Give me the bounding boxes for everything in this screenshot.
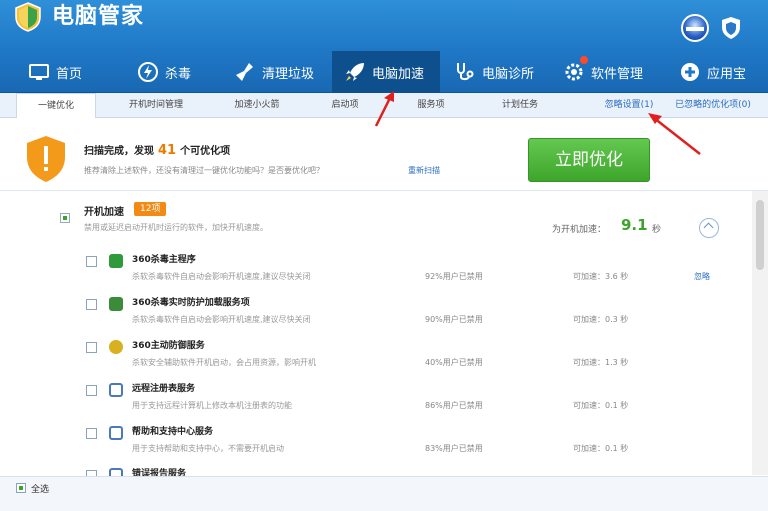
tab-rocket[interactable]: 加速小火箭: [212, 93, 302, 117]
group-count-badge: 12项: [134, 202, 167, 216]
gear-icon: [565, 63, 583, 81]
row-name: 360杀毒实时防护加载服务项: [132, 298, 250, 308]
ignore-link[interactable]: 忽略: [694, 271, 710, 282]
row-speed: 可加速：0.1 秒: [573, 401, 629, 410]
row-users: 92%用户已禁用: [425, 272, 483, 281]
tab-one-click[interactable]: 一键优化: [16, 93, 96, 118]
avatar[interactable]: [681, 14, 709, 42]
app-icon: [109, 297, 123, 311]
row-checkbox[interactable]: [86, 428, 97, 439]
lightning-icon: [138, 62, 158, 82]
row-name: 远程注册表服务: [132, 384, 196, 394]
service-icon: [109, 468, 123, 476]
row-speed: 可加速：0.1 秒: [573, 444, 629, 453]
rocket-icon: [346, 63, 364, 81]
row-speed: 可加速：1.3 秒: [573, 358, 629, 367]
list-item: 360主动防御服务 杀软安全辅助软件开机启动，会占用资源，影响开机 40%用户已…: [0, 336, 752, 378]
nav-item-antivirus[interactable]: 杀毒: [137, 51, 217, 93]
stethoscope-icon: [457, 63, 474, 81]
row-users: 40%用户已禁用: [425, 358, 483, 367]
group-expect-unit: 秒: [652, 225, 662, 235]
nav-item-speedup[interactable]: 电脑加速: [332, 51, 440, 93]
nav-label-software: 软件管理: [591, 66, 644, 82]
row-checkbox[interactable]: [86, 385, 97, 396]
warning-shield-icon: [27, 136, 65, 182]
row-description: 用于支持帮助和支持中心，不需要开机启动: [132, 444, 284, 453]
monitor-icon: [29, 64, 49, 80]
app-logo-icon: [15, 2, 41, 32]
footer-bar: [0, 476, 768, 511]
nav-item-appstore[interactable]: 应用宝: [679, 51, 759, 93]
annotation-arrow: [374, 91, 394, 127]
row-speed: 可加速：0.3 秒: [573, 315, 629, 324]
scrollbar-thumb[interactable]: [756, 200, 764, 270]
tab-startup[interactable]: 启动项: [310, 93, 380, 117]
scan-description: 推荐清除上述软件，还没有清理过一键优化功能吗？是否要优化吧？: [84, 166, 324, 175]
plus-circle-icon: [681, 63, 699, 81]
app-icon: [109, 340, 123, 354]
row-users: 90%用户已禁用: [425, 315, 483, 324]
scan-summary: 扫描完成，发现 41 个可优化项: [84, 142, 230, 158]
group-title: 开机加速: [84, 207, 124, 218]
nav-label-cleanup: 清理垃圾: [262, 66, 315, 82]
group-description: 禁用或延迟启动开机时运行的软件，加快开机速度。: [84, 223, 268, 232]
row-checkbox[interactable]: [86, 342, 97, 353]
scan-suffix: 个可优化项: [180, 146, 231, 157]
row-description: 杀软安全辅助软件开机启动，会占用资源，影响开机: [132, 358, 316, 367]
list-item: 帮助和支持中心服务 用于支持帮助和支持中心，不需要开机启动 83%用户已禁用 可…: [0, 422, 752, 464]
group-expect-label: 为开机加速：: [552, 225, 607, 235]
service-icon: [109, 426, 123, 440]
nav-label-speedup: 电脑加速: [372, 66, 425, 82]
app-title: 电脑管家: [52, 4, 145, 29]
notification-badge: [580, 56, 588, 64]
list-item: 错误报告服务: [0, 464, 752, 476]
service-icon: [109, 383, 123, 397]
list-item: 360杀毒主程序 杀软杀毒软件自启动会影响开机速度,建议尽快关闭 92%用户已禁…: [0, 250, 752, 292]
group-checkbox[interactable]: [60, 213, 70, 223]
row-checkbox[interactable]: [86, 256, 97, 267]
select-all-label: 全选: [31, 485, 50, 495]
row-speed: 可加速：3.6 秒: [573, 272, 629, 281]
nav-item-software[interactable]: 软件管理: [563, 51, 658, 93]
tab-boot-time[interactable]: 开机时间管理: [106, 93, 206, 117]
row-users: 86%用户已禁用: [425, 401, 483, 410]
nav-label-antivirus: 杀毒: [165, 66, 192, 82]
nav-item-cleanup[interactable]: 清理垃圾: [234, 51, 329, 93]
annotation-arrow: [648, 113, 701, 155]
nav-item-clinic[interactable]: 电脑诊所: [454, 51, 549, 93]
nav-item-home[interactable]: 首页: [28, 51, 108, 93]
row-description: 用于支持远程计算机上修改本机注册表的功能: [132, 401, 292, 410]
row-description: 杀软杀毒软件自启动会影响开机速度,建议尽快关闭: [132, 272, 311, 281]
row-name: 错误报告服务: [132, 469, 187, 476]
select-all-checkbox[interactable]: [16, 483, 26, 493]
optimize-now-button[interactable]: 立即优化: [528, 138, 650, 182]
scan-count: 41: [158, 143, 177, 158]
row-checkbox[interactable]: [86, 299, 97, 310]
list-item: 远程注册表服务 用于支持远程计算机上修改本机注册表的功能 86%用户已禁用 可加…: [0, 379, 752, 421]
shield-icon[interactable]: [721, 16, 741, 40]
row-name: 360主动防御服务: [132, 341, 205, 351]
list-item: 360杀毒实时防护加载服务项 杀软杀毒软件自启动会影响开机速度,建议尽快关闭 9…: [0, 293, 752, 335]
collapse-icon[interactable]: [699, 218, 719, 238]
group-expect-value: 9.1: [621, 216, 648, 234]
scan-prefix: 扫描完成，发现: [84, 146, 154, 157]
app-icon: [109, 254, 123, 268]
nav-label-appstore: 应用宝: [707, 66, 747, 82]
tab-services[interactable]: 服务项: [396, 93, 466, 117]
row-description: 杀软杀毒软件自启动会影响开机速度,建议尽快关闭: [132, 315, 311, 324]
broom-icon: [236, 63, 253, 81]
row-name: 帮助和支持中心服务: [132, 427, 214, 437]
nav-label-home: 首页: [56, 66, 83, 82]
row-name: 360杀毒主程序: [132, 255, 196, 265]
rescan-link[interactable]: 重新扫描: [408, 165, 440, 176]
tab-scheduled-tasks[interactable]: 计划任务: [480, 93, 560, 117]
row-users: 83%用户已禁用: [425, 444, 483, 453]
nav-label-clinic: 电脑诊所: [482, 66, 535, 82]
